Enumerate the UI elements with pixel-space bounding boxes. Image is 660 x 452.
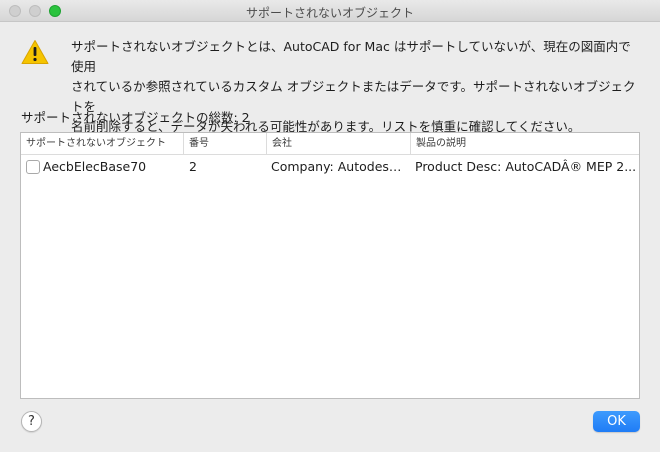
unsupported-objects-table[interactable]: サポートされないオブジェクト 番号 会社 製品の説明 AecbElecBase7…: [20, 132, 640, 399]
column-header-company[interactable]: 会社: [266, 133, 410, 154]
column-header-object[interactable]: サポートされないオブジェクト: [21, 133, 183, 154]
object-name-cell: AecbElecBase70: [43, 159, 147, 174]
table-row[interactable]: AecbElecBase70 2 Company: Autodesk,... P…: [21, 155, 639, 179]
window-title: サポートされないオブジェクト: [245, 6, 414, 20]
title-bar: サポートされないオブジェクト: [0, 0, 660, 22]
total-count-label: サポートされないオブジェクトの総数: 2: [21, 110, 250, 125]
column-header-description[interactable]: 製品の説明: [410, 133, 639, 154]
table-header: サポートされないオブジェクト 番号 会社 製品の説明: [21, 133, 639, 155]
company-cell: Company: Autodesk,...: [271, 159, 406, 174]
column-header-number[interactable]: 番号: [183, 133, 266, 154]
warning-icon: [21, 40, 49, 64]
description-cell: Product Desc: AutoCADÂ® MEP 2...: [415, 159, 637, 174]
message-line: サポートされないオブジェクトとは、AutoCAD for Mac はサポートして…: [71, 39, 631, 74]
number-cell: 2: [189, 159, 197, 174]
help-button[interactable]: ?: [21, 411, 42, 432]
ok-button[interactable]: OK: [593, 411, 640, 432]
